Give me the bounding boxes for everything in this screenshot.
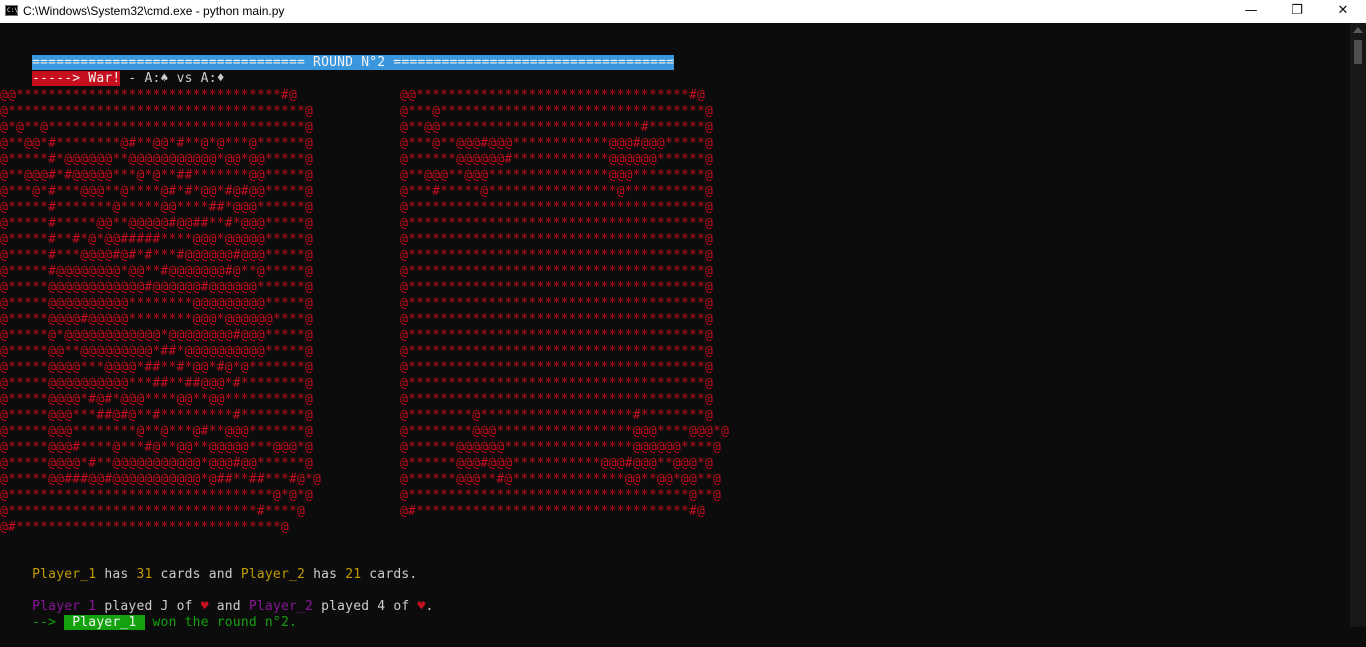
- card-art-row: @@*********************************#@: [0, 88, 297, 103]
- card-art-row: @*****#**#*@*@@#####****@@@*@@@@@*****@: [0, 232, 314, 247]
- played-end-text: .: [425, 599, 434, 614]
- card-art-row: @*************************************@: [400, 328, 714, 343]
- card-art-row: @**@@@#*#@@@@@***@*@**##*******@@*****@: [0, 168, 314, 183]
- card-art-row: @*************************************@: [400, 264, 714, 279]
- player-2-card-art: @@**********************************#@ @*…: [400, 88, 729, 520]
- card-art-row: @***@*********************************@: [400, 104, 714, 119]
- card-art-row: @*********************************@*@*@: [0, 488, 314, 503]
- player-1-card-count: 31: [136, 567, 153, 582]
- war-cards-text: - A:♠ vs A:♦: [120, 71, 225, 86]
- card-art-row: @*************************************@: [400, 232, 714, 247]
- card-art-row: @*****@@@@@@@@@@@@#@@@@@@#@@@@@@******@: [0, 280, 314, 295]
- played-line: Player 1 played J of ♥ and Player_2 play…: [0, 583, 434, 614]
- card-art-row: @*************************************@: [0, 104, 314, 119]
- card-art-row: @*****@@@@#@@@@@********@@@*@@@@@@****@: [0, 312, 314, 327]
- card-count-line: Player_1 has 31 cards and Player_2 has 2…: [0, 551, 417, 582]
- card-art-row: @******@@@#@@@***********@@@#@@@**@@@*@: [400, 456, 714, 471]
- card-art-row: @***#*****@****************@**********@: [400, 184, 714, 199]
- card-art-row: @******@@@@@@#************@@@@@@******@: [400, 152, 714, 167]
- card-art-row: @*****@@###@@#@@@@@@@@@@@*@##**##***#@*@: [0, 472, 322, 487]
- card-art-row: @********@@@*****************@@@****@@@*…: [400, 424, 730, 439]
- card-art-row: @*************************************@: [400, 216, 714, 231]
- card-art-row: @#**********************************#@: [400, 504, 706, 519]
- card-art-row: @*************************************@: [400, 360, 714, 375]
- result-text: won the round n°2.: [144, 615, 298, 630]
- console-output[interactable]: ================================== ROUND…: [0, 23, 1350, 630]
- card-art-row: @*****#*@@@@@@**@@@@@@@@@@@*@@*@@*****@: [0, 152, 314, 167]
- card-art-row: @******@@@**#@**************@@**@@*@@**@: [400, 472, 722, 487]
- card-art-row: @*****#*****@@**@@@@@#@@##**#*@@@*****@: [0, 216, 314, 231]
- card-art-row: @*************************************@: [400, 312, 714, 327]
- card-art-row: @*****@@@@*#**@@@@@@@@@@@*@@@#@@******@: [0, 456, 314, 471]
- war-line: -----> War! - A:♠ vs A:♦: [0, 55, 225, 86]
- card-art-row: @**@@@**@@@***************@@@*********@: [400, 168, 714, 183]
- card-art-row: @*****@@@***##@#@**#*********#********@: [0, 408, 314, 423]
- card-art-row: @#*********************************@: [0, 520, 289, 535]
- winner-badge: Player_1: [64, 615, 145, 630]
- cards-and-text: cards and: [152, 567, 241, 582]
- card-art-row: @**@@*#********@#**@@*#**@*@***@******@: [0, 136, 314, 151]
- card-art-row: @*************************************@: [400, 344, 714, 359]
- cmd-icon: C:\: [5, 5, 18, 16]
- vertical-scrollbar[interactable]: [1350, 23, 1366, 627]
- war-label: -----> War!: [32, 71, 121, 86]
- card-art-row: @*****@@@@***@@@@*##**#*@@*#@*@*******@: [0, 360, 314, 375]
- cards-end-text: cards.: [361, 567, 418, 582]
- card-art-row: @***@*#***@@@**@****@#*#*@@*#@#@@*****@: [0, 184, 314, 199]
- card-art-row: @*****#***@@@@#@#*#***#@@@@@@#@@@*****@: [0, 248, 314, 263]
- player-1-name: Player_1: [32, 567, 97, 582]
- card-art-row: @*****@*@@@@@@@@@@@@*@@@@@@@@#@@@*****@: [0, 328, 314, 343]
- card-art-row: @*************************************@: [400, 248, 714, 263]
- card-art-row: @***********************************@**@: [400, 488, 722, 503]
- minimize-button[interactable]: —: [1228, 0, 1274, 23]
- card-art-row: @**@@*************************#*******@: [400, 120, 714, 135]
- card-art-row: @*************************************@: [400, 392, 714, 407]
- card-art-row: @*****@@@@@@@@@@***##**##@@@*#********@: [0, 376, 314, 391]
- has-text: has: [96, 567, 137, 582]
- card-art-row: @*******************************#****@: [0, 504, 306, 519]
- card-art-row: @*****@@**@@@@@@@@@*##*@@@@@@@@@@*****@: [0, 344, 314, 359]
- card-art-row: @*************************************@: [400, 376, 714, 391]
- card-art-row: @***@**@@@#@@@************@@@#@@@*****@: [400, 136, 714, 151]
- card-art-row: @*****@@@@@@@@@@********@@@@@@@@@*****@: [0, 296, 314, 311]
- card-art-row: @*****@@@@*#@#*@@@****@@**@@**********@: [0, 392, 314, 407]
- card-art-row: @*****#@@@@@@@@*@@**#@@@@@@@#@**@*****@: [0, 264, 314, 279]
- card-art-row: @*************************************@: [400, 280, 714, 295]
- card-art-row: @*****@@@********@**@***@#**@@@*******@: [0, 424, 314, 439]
- card-art-row: @*****@@@#****@***#@**@@**@@@@@***@@@*@: [0, 440, 314, 455]
- round-line: ================================== ROUND…: [0, 39, 675, 70]
- card-art-row: @********@*******************#********@: [400, 408, 714, 423]
- result-arrow: -->: [32, 615, 65, 630]
- window-title: C:\Windows\System32\cmd.exe - python mai…: [23, 4, 285, 18]
- card-art-row: @*************************************@: [400, 200, 714, 215]
- player-2-played-text: played 4 of: [313, 599, 418, 614]
- has-text-2: has: [305, 567, 346, 582]
- result-line: --> Player_1 won the round n°2.: [0, 599, 297, 630]
- card-art-row: @*************************************@: [400, 296, 714, 311]
- scroll-thumb[interactable]: [1354, 40, 1362, 64]
- window-titlebar[interactable]: C:\ C:\Windows\System32\cmd.exe - python…: [0, 0, 1366, 23]
- card-art-row: @*@**@********************************@: [0, 120, 314, 135]
- card-art-row: @*****#*******@*****@@****##*@@@******@: [0, 200, 314, 215]
- scroll-up-icon[interactable]: [1353, 27, 1363, 33]
- card-art-row: @@**********************************#@: [400, 88, 706, 103]
- card-art-row: @******@@@@@@****************@@@@@@****@: [400, 440, 722, 455]
- player-2-card-count: 21: [345, 567, 362, 582]
- close-button[interactable]: ✕: [1320, 0, 1366, 23]
- player-1-card-art: @@*********************************#@ @**…: [0, 88, 321, 536]
- maximize-button[interactable]: ❐: [1274, 0, 1320, 23]
- player-2-name: Player_2: [240, 567, 306, 582]
